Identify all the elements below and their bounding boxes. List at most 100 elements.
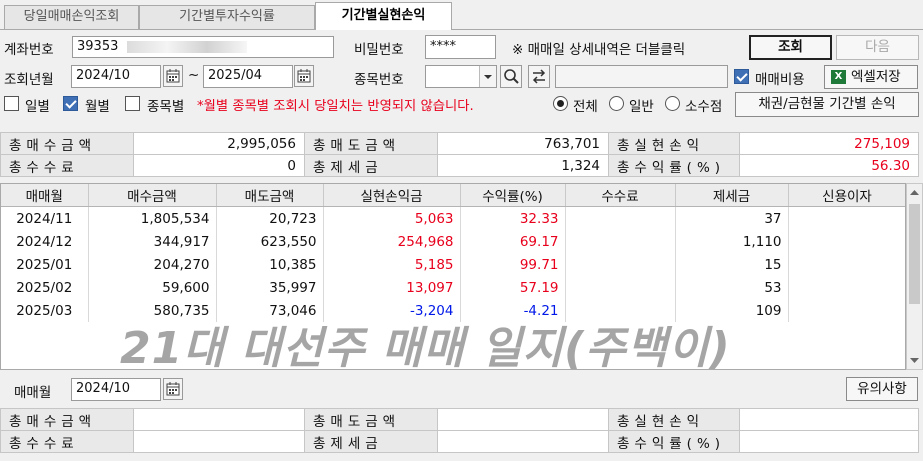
total-buy-value: 2,995,056 (133, 132, 305, 155)
scroll-down-icon[interactable] (909, 357, 920, 365)
col-realized-pnl[interactable]: 실현손익금 (323, 184, 461, 207)
excel-icon: X (831, 70, 846, 84)
cell-month: 2025/03 (1, 299, 89, 322)
stock-name-field (555, 65, 728, 88)
notice-button[interactable]: 유의사항 (846, 377, 918, 401)
daily-checkbox[interactable] (4, 96, 19, 111)
col-fee[interactable]: 수수료 (565, 184, 676, 207)
stock-code-select[interactable] (425, 65, 497, 88)
month-rate-value (739, 430, 919, 453)
total-tax-value: 1,324 (437, 154, 609, 177)
tab-period-realized[interactable]: 기간별실현손익 (315, 2, 452, 30)
total-rate-label: 총수익률(%) (608, 154, 740, 177)
table-row[interactable]: 2024/11 1,805,534 20,723 5,063 32.33 37 (1, 206, 905, 230)
cell-sell: 623,550 (216, 230, 324, 253)
total-fee-label: 총수수료 (0, 154, 134, 177)
scroll-up-icon[interactable] (909, 188, 920, 196)
col-tax[interactable]: 제세금 (675, 184, 789, 207)
period-to-input[interactable]: 2025/04 (203, 65, 293, 88)
month-tax-label: 총제세금 (304, 430, 438, 453)
password-label: 비밀번호 (354, 42, 404, 58)
radio-general[interactable] (609, 96, 624, 111)
radio-fraction[interactable] (665, 96, 680, 111)
tab-divider (0, 29, 923, 30)
monthly-label: 월별 (85, 99, 110, 115)
radio-all[interactable] (553, 96, 568, 111)
excel-save-label: 엑셀저장 (851, 69, 901, 85)
radio-fraction-label: 소수점 (685, 99, 723, 115)
next-button[interactable]: 다음 (836, 35, 919, 60)
grid-scrollbar[interactable] (906, 183, 923, 370)
col-return-rate[interactable]: 수익률(%) (460, 184, 566, 207)
cell-interest (788, 206, 905, 230)
month-realized-value (739, 408, 919, 431)
calendar-icon[interactable] (163, 378, 183, 400)
period-label: 조회년월 (4, 72, 54, 88)
table-row[interactable]: 2025/02 59,600 35,997 13,097 57.19 53 (1, 276, 905, 299)
cell-pnl: 13,097 (323, 276, 461, 299)
cell-buy: 1,805,534 (88, 206, 217, 230)
cell-rate: 32.33 (460, 206, 566, 230)
cell-month: 2025/02 (1, 276, 89, 299)
table-row[interactable]: 2025/01 204,270 10,385 5,185 99.71 15 (1, 253, 905, 276)
cell-rate: 57.19 (460, 276, 566, 299)
trade-month-label: 매매월 (14, 385, 52, 401)
scrollbar-thumb[interactable] (909, 204, 920, 304)
cell-month: 2025/01 (1, 253, 89, 276)
total-tax-label: 총제세금 (304, 154, 438, 177)
cell-tax: 53 (675, 276, 789, 299)
stock-wise-checkbox[interactable] (125, 96, 140, 111)
swap-icon[interactable] (528, 65, 550, 88)
cell-pnl: 5,063 (323, 206, 461, 230)
total-realized-value: 275,109 (739, 132, 919, 155)
month-sell-value (437, 408, 609, 431)
total-rate-value: 56.30 (739, 154, 919, 177)
cell-tax: 15 (675, 253, 789, 276)
total-sell-value: 763,701 (437, 132, 609, 155)
cell-buy: 59,600 (88, 276, 217, 299)
cell-rate: 69.17 (460, 230, 566, 253)
calendar-icon[interactable] (294, 65, 314, 87)
account-label: 계좌번호 (4, 42, 54, 58)
month-rate-label: 총수익률(%) (608, 430, 740, 453)
calendar-icon[interactable] (163, 65, 183, 87)
chevron-down-icon[interactable] (479, 66, 496, 87)
cell-interest (788, 276, 905, 299)
password-input[interactable]: **** (425, 35, 496, 59)
trade-cost-label: 매매비용 (755, 72, 805, 88)
col-credit-interest[interactable]: 신용이자 (788, 184, 905, 207)
month-realized-label: 총실현손익 (608, 408, 740, 431)
excel-save-button[interactable]: X 엑셀저장 (824, 65, 918, 89)
account-value: 39353 (77, 39, 119, 54)
total-fee-value: 0 (133, 154, 305, 177)
cell-month: 2024/11 (1, 206, 89, 230)
query-button[interactable]: 조회 (749, 35, 832, 60)
warning-text: *월별 종목별 조회시 당일치는 반영되지 않습니다. (197, 99, 474, 114)
col-trade-month[interactable]: 매매월 (1, 184, 89, 207)
month-buy-value (133, 408, 305, 431)
cell-interest (788, 253, 905, 276)
watermark-overlay-text: 21대 대선주 매매 일지(주백이) (120, 323, 731, 374)
table-row[interactable]: 2024/12 344,917 623,550 254,968 69.17 1,… (1, 230, 905, 253)
total-sell-label: 총매도금액 (304, 132, 438, 155)
tab-daily-pnl[interactable]: 당일매매손익조회 (4, 5, 139, 29)
cell-interest (788, 230, 905, 253)
doubleclick-notice: ※ 매매일 상세내역은 더블클릭 (512, 42, 686, 58)
total-realized-label: 총실현손익 (608, 132, 740, 155)
col-buy-amount[interactable]: 매수금액 (88, 184, 217, 207)
cell-pnl: 254,968 (323, 230, 461, 253)
month-fee-label: 총수수료 (0, 430, 134, 453)
cell-tax: 37 (675, 206, 789, 230)
cell-fee (565, 206, 676, 230)
search-icon[interactable] (500, 65, 522, 88)
account-input[interactable]: 39353 (72, 36, 334, 58)
bond-gold-period-pnl-button[interactable]: 채권/금현물 기간별 손익 (735, 92, 919, 117)
tab-period-return[interactable]: 기간별투자수익률 (139, 5, 315, 29)
trade-cost-checkbox[interactable] (734, 69, 749, 84)
trade-month-input[interactable]: 2024/10 (71, 378, 161, 401)
monthly-checkbox[interactable] (63, 96, 78, 111)
radio-general-label: 일반 (629, 99, 654, 115)
col-sell-amount[interactable]: 매도금액 (216, 184, 324, 207)
stock-label: 종목번호 (354, 72, 404, 88)
period-from-input[interactable]: 2024/10 (71, 65, 161, 88)
